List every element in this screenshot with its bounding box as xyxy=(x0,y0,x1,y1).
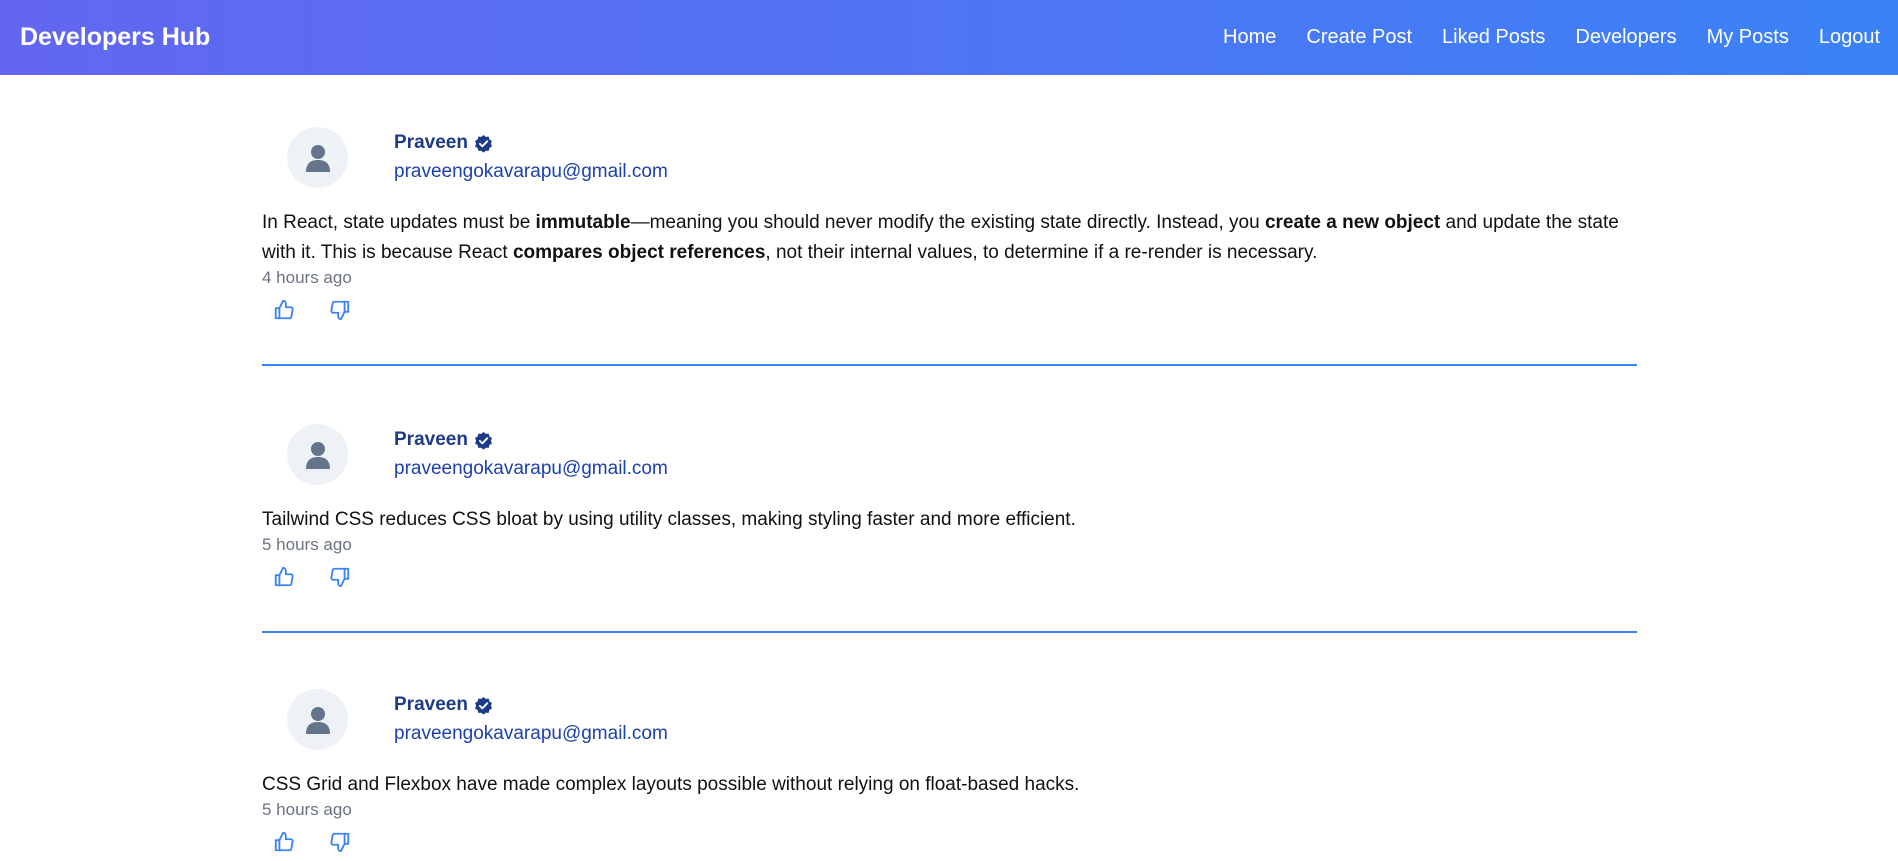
post-card: Praveen praveengokavarapu@gmail.com CSS … xyxy=(262,633,1637,856)
avatar xyxy=(287,689,348,750)
author-name-row: Praveen xyxy=(394,429,668,451)
author-name-row: Praveen xyxy=(394,132,668,154)
post-feed: Praveen praveengokavarapu@gmail.com In R… xyxy=(262,75,1637,856)
post-text: In React, state updates must be xyxy=(262,212,536,233)
post-timestamp: 4 hours ago xyxy=(262,268,352,287)
author-name-row: Praveen xyxy=(394,694,668,716)
nav-links: Home Create Post Liked Posts Developers … xyxy=(1223,26,1880,49)
post-header: Praveen praveengokavarapu@gmail.com xyxy=(262,424,1637,485)
post-text-bold: create a new object xyxy=(1264,212,1441,233)
thumbs-down-icon xyxy=(330,832,350,853)
nav-logout[interactable]: Logout xyxy=(1819,26,1880,49)
verified-badge-icon xyxy=(474,696,492,715)
like-button[interactable] xyxy=(270,296,298,324)
thumbs-down-icon xyxy=(330,567,350,588)
thumbs-up-icon xyxy=(274,831,294,852)
avatar xyxy=(287,127,348,188)
nav-home[interactable]: Home xyxy=(1223,26,1276,49)
author-email: praveengokavarapu@gmail.com xyxy=(394,161,668,182)
author-name[interactable]: Praveen xyxy=(394,694,468,716)
brand-logo[interactable]: Developers Hub xyxy=(20,23,1223,52)
post-text: , not their internal values, to determin… xyxy=(765,242,1318,263)
author-email: praveengokavarapu@gmail.com xyxy=(394,723,668,744)
post-card: Praveen praveengokavarapu@gmail.com Tail… xyxy=(262,366,1637,633)
dislike-button[interactable] xyxy=(326,828,354,856)
thumbs-up-icon xyxy=(274,566,294,587)
post-content: CSS Grid and Flexbox have made complex l… xyxy=(262,774,1080,795)
dislike-button[interactable] xyxy=(326,563,354,591)
navbar: Developers Hub Home Create Post Liked Po… xyxy=(0,0,1898,75)
author-info: Praveen praveengokavarapu@gmail.com xyxy=(394,694,668,745)
post-header: Praveen praveengokavarapu@gmail.com xyxy=(262,127,1637,188)
author-name[interactable]: Praveen xyxy=(394,132,468,154)
like-button[interactable] xyxy=(270,828,298,856)
avatar xyxy=(287,424,348,485)
nav-developers[interactable]: Developers xyxy=(1575,26,1676,49)
user-avatar-icon xyxy=(305,441,330,469)
nav-liked-posts[interactable]: Liked Posts xyxy=(1442,26,1545,49)
verified-badge-icon xyxy=(474,431,492,450)
nav-my-posts[interactable]: My Posts xyxy=(1707,26,1789,49)
author-info: Praveen praveengokavarapu@gmail.com xyxy=(394,429,668,480)
post-content: In React, state updates must be immutabl… xyxy=(262,208,1637,268)
post-card: Praveen praveengokavarapu@gmail.com In R… xyxy=(262,75,1637,366)
author-email: praveengokavarapu@gmail.com xyxy=(394,458,668,479)
dislike-button[interactable] xyxy=(326,296,354,324)
post-text-bold: immutable xyxy=(535,212,631,233)
post-header: Praveen praveengokavarapu@gmail.com xyxy=(262,689,1637,750)
user-avatar-icon xyxy=(305,144,330,172)
nav-create-post[interactable]: Create Post xyxy=(1306,26,1412,49)
post-text-bold: compares object references xyxy=(512,242,766,263)
author-name[interactable]: Praveen xyxy=(394,429,468,451)
author-info: Praveen praveengokavarapu@gmail.com xyxy=(394,132,668,183)
like-button[interactable] xyxy=(270,563,298,591)
user-avatar-icon xyxy=(305,706,330,734)
post-actions xyxy=(262,563,1637,591)
verified-badge-icon xyxy=(474,134,492,153)
thumbs-up-icon xyxy=(274,299,294,320)
post-timestamp: 5 hours ago xyxy=(262,535,352,554)
post-text: —meaning you should never modify the exi… xyxy=(630,212,1265,233)
post-timestamp: 5 hours ago xyxy=(262,800,352,819)
post-actions xyxy=(262,828,1637,856)
thumbs-down-icon xyxy=(330,300,350,321)
post-content: Tailwind CSS reduces CSS bloat by using … xyxy=(262,509,1076,530)
post-actions xyxy=(262,296,1637,324)
